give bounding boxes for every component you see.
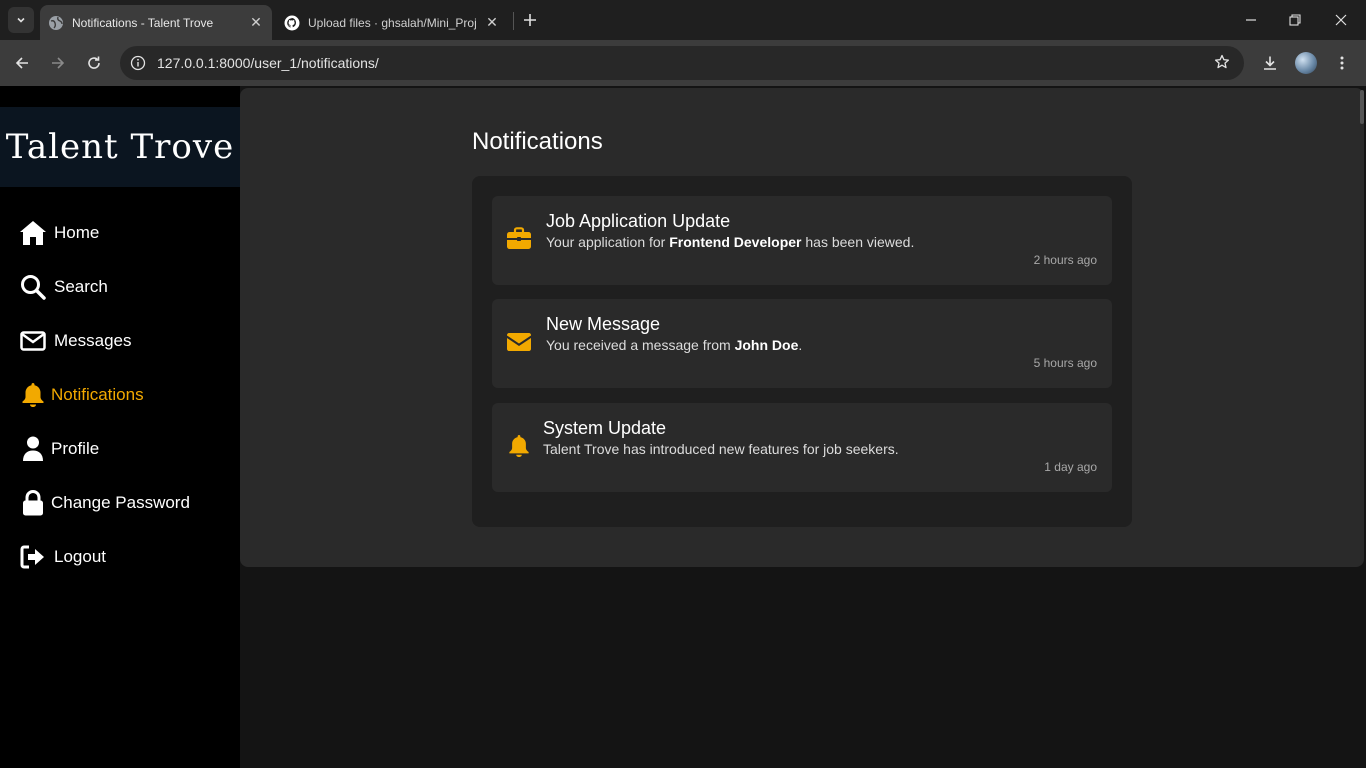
back-button[interactable] [8, 49, 36, 77]
notification-body-text: Talent Trove has introduced new features… [543, 441, 899, 457]
tab-notifications[interactable]: Notifications - Talent Trove ✕ [40, 5, 272, 40]
search-icon [18, 272, 48, 302]
notification-card[interactable]: System Update Talent Trove has introduce… [492, 403, 1112, 492]
close-icon [1335, 14, 1347, 26]
user-icon [18, 434, 48, 464]
notification-body: Talent Trove has introduced new features… [543, 441, 899, 457]
close-icon[interactable]: ✕ [246, 13, 266, 33]
tab-separator [513, 12, 514, 30]
envelope-icon [18, 326, 48, 356]
browser-tabstrip: Notifications - Talent Trove ✕ Upload fi… [0, 0, 1366, 40]
bell-icon [18, 380, 48, 410]
sidebar-item-label: Search [54, 277, 108, 296]
restore-button[interactable] [1272, 0, 1318, 40]
notification-time: 2 hours ago [1033, 253, 1097, 267]
sidebar-item-label: Messages [54, 331, 132, 350]
arrow-left-icon [15, 57, 28, 69]
briefcase-icon [506, 226, 532, 252]
page: Talent Trove Home Search Messages Notifi [0, 86, 1366, 768]
globe-icon [48, 15, 64, 31]
restore-icon [1289, 14, 1301, 26]
sidebar-item-label: Logout [54, 547, 106, 566]
arrow-right-icon [52, 57, 65, 69]
home-icon [18, 218, 48, 248]
bell-icon [506, 433, 532, 459]
forward-button[interactable] [44, 49, 72, 77]
menu-button[interactable] [1328, 49, 1356, 77]
sidebar-item-search[interactable]: Search [18, 272, 108, 302]
notification-body-text: Your application for [546, 234, 670, 250]
sidebar-item-logout[interactable]: Logout [18, 542, 106, 572]
url-text: 127.0.0.1:8000/user_1/notifications/ [157, 55, 379, 71]
sidebar-item-home[interactable]: Home [18, 218, 99, 248]
notification-card[interactable]: New Message You received a message from … [492, 299, 1112, 388]
kebab-menu-icon [1340, 56, 1344, 70]
minimize-icon [1246, 19, 1256, 21]
logo-text: Talent Trove [5, 127, 235, 167]
logo[interactable]: Talent Trove [0, 107, 240, 187]
bookmark-star-icon[interactable] [1214, 54, 1230, 75]
notification-card[interactable]: Job Application Update Your application … [492, 196, 1112, 285]
lock-icon [18, 488, 48, 518]
tab-search-button[interactable] [8, 7, 34, 33]
close-window-button[interactable] [1318, 0, 1364, 40]
reload-button[interactable] [80, 49, 108, 77]
profile-button[interactable] [1292, 49, 1320, 77]
reload-icon [88, 56, 100, 69]
tab-title: Notifications - Talent Trove [72, 15, 214, 30]
plus-icon [524, 14, 536, 26]
sidebar-item-label: Change Password [51, 493, 190, 512]
github-icon [284, 15, 300, 31]
envelope-icon [506, 329, 532, 355]
new-tab-button[interactable] [518, 8, 542, 32]
notification-title: Job Application Update [546, 211, 731, 231]
sidebar-item-label: Notifications [51, 385, 144, 404]
minimize-button[interactable] [1228, 0, 1274, 40]
notification-body-text: . [798, 337, 803, 353]
downloads-button[interactable] [1256, 49, 1284, 77]
tab-upload-files[interactable]: Upload files · ghsalah/Mini_Proj ✕ [276, 5, 508, 40]
notification-body: Your application for Frontend Developer … [546, 234, 914, 250]
notification-time: 1 day ago [1044, 460, 1097, 474]
notification-time: 5 hours ago [1033, 356, 1097, 370]
site-info-icon[interactable] [124, 49, 152, 77]
sidebar: Talent Trove Home Search Messages Notifi [0, 86, 240, 768]
chevron-down-icon [17, 17, 25, 23]
sidebar-item-label: Home [54, 223, 100, 242]
download-icon [1264, 56, 1276, 70]
browser-toolbar: 127.0.0.1:8000/user_1/notifications/ [0, 40, 1366, 86]
notification-title: System Update [543, 418, 667, 438]
sidebar-item-messages[interactable]: Messages [18, 326, 131, 356]
notifications-panel: Job Application Update Your application … [472, 176, 1132, 527]
sidebar-item-change-password[interactable]: Change Password [18, 488, 190, 518]
notification-body-highlight: John Doe [734, 337, 799, 353]
sidebar-item-label: Profile [51, 439, 100, 458]
notification-body-text: has been viewed. [801, 234, 915, 250]
notification-body-highlight: Frontend Developer [669, 234, 802, 250]
notification-body-text: You received a message from [546, 337, 735, 353]
logout-icon [18, 542, 48, 572]
page-title: Notifications [472, 128, 603, 155]
notification-title: New Message [546, 314, 661, 334]
notification-body: You received a message from John Doe. [546, 337, 802, 353]
avatar [1295, 52, 1317, 74]
sidebar-item-notifications[interactable]: Notifications [18, 380, 144, 410]
address-bar[interactable]: 127.0.0.1:8000/user_1/notifications/ [120, 46, 1244, 80]
sidebar-item-profile[interactable]: Profile [18, 434, 99, 464]
scrollbar-thumb[interactable] [1360, 90, 1364, 124]
main-content: Notifications Job Application Update You… [240, 88, 1364, 567]
close-icon[interactable]: ✕ [482, 13, 502, 33]
tab-title: Upload files · ghsalah/Mini_Proj [308, 15, 477, 30]
